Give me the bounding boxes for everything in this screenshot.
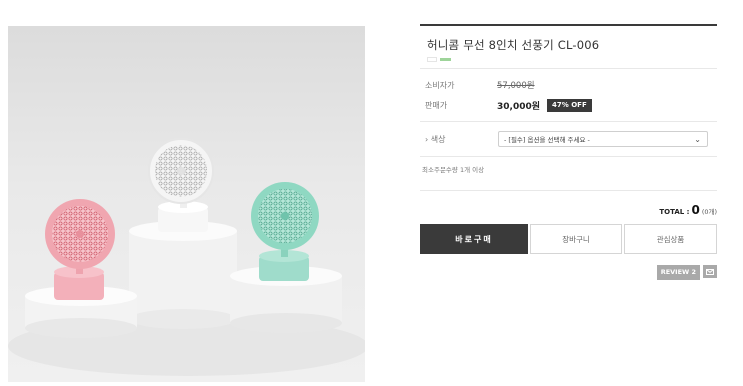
discount-badge: 47% OFF — [547, 98, 592, 112]
mail-icon[interactable] — [703, 265, 717, 278]
product-icon-green — [440, 57, 451, 61]
wishlist-button[interactable]: 관심상품 — [624, 224, 717, 254]
product-icon-outline — [427, 56, 437, 62]
product-icons — [427, 56, 717, 62]
product-info-panel: 허니콤 무선 8인치 선풍기 CL-006 소비자가 57,000원 판매가 3… — [420, 24, 717, 280]
top-divider — [420, 24, 717, 26]
buy-now-button[interactable]: 바로구매 — [420, 224, 528, 254]
color-option-select-value: - [필수] 옵션을 선택해 주세요 - — [504, 136, 590, 144]
consumer-price-label: 소비자가 — [425, 80, 455, 90]
total-label: TOTAL : — [659, 208, 690, 216]
product-title: 허니콤 무선 8인치 선풍기 CL-006 — [427, 38, 600, 52]
total-count: (0개) — [701, 208, 717, 216]
review-row: REVIEW 2 — [420, 265, 717, 280]
chevron-down-icon: ⌄ — [694, 135, 701, 144]
divider — [420, 68, 717, 69]
product-image — [8, 26, 365, 382]
option-row: › 색상 - [필수] 옵션을 선택해 주세요 - ⌄ — [420, 122, 717, 156]
total-row: TOTAL : 0 (0개) — [420, 203, 717, 217]
action-buttons: 바로구매 장바구니 관심상품 — [420, 224, 717, 254]
color-option-select[interactable]: - [필수] 옵션을 선택해 주세요 - ⌄ — [498, 131, 708, 147]
option-label: › 색상 — [425, 134, 446, 144]
consumer-price: 57,000원 — [497, 81, 535, 91]
min-order-note: 최소주문수량 1개 이상 — [422, 166, 485, 174]
divider — [420, 156, 717, 157]
sale-price-label: 판매가 — [425, 100, 448, 110]
add-to-cart-button[interactable]: 장바구니 — [530, 224, 622, 254]
sale-price-row: 판매가 30,000원 47% OFF — [420, 95, 717, 115]
consumer-price-row: 소비자가 57,000원 — [420, 75, 717, 95]
divider — [420, 190, 717, 191]
review-button[interactable]: REVIEW 2 — [656, 265, 700, 280]
sale-price: 30,000원 — [497, 101, 541, 112]
total-value: 0 — [691, 203, 700, 217]
